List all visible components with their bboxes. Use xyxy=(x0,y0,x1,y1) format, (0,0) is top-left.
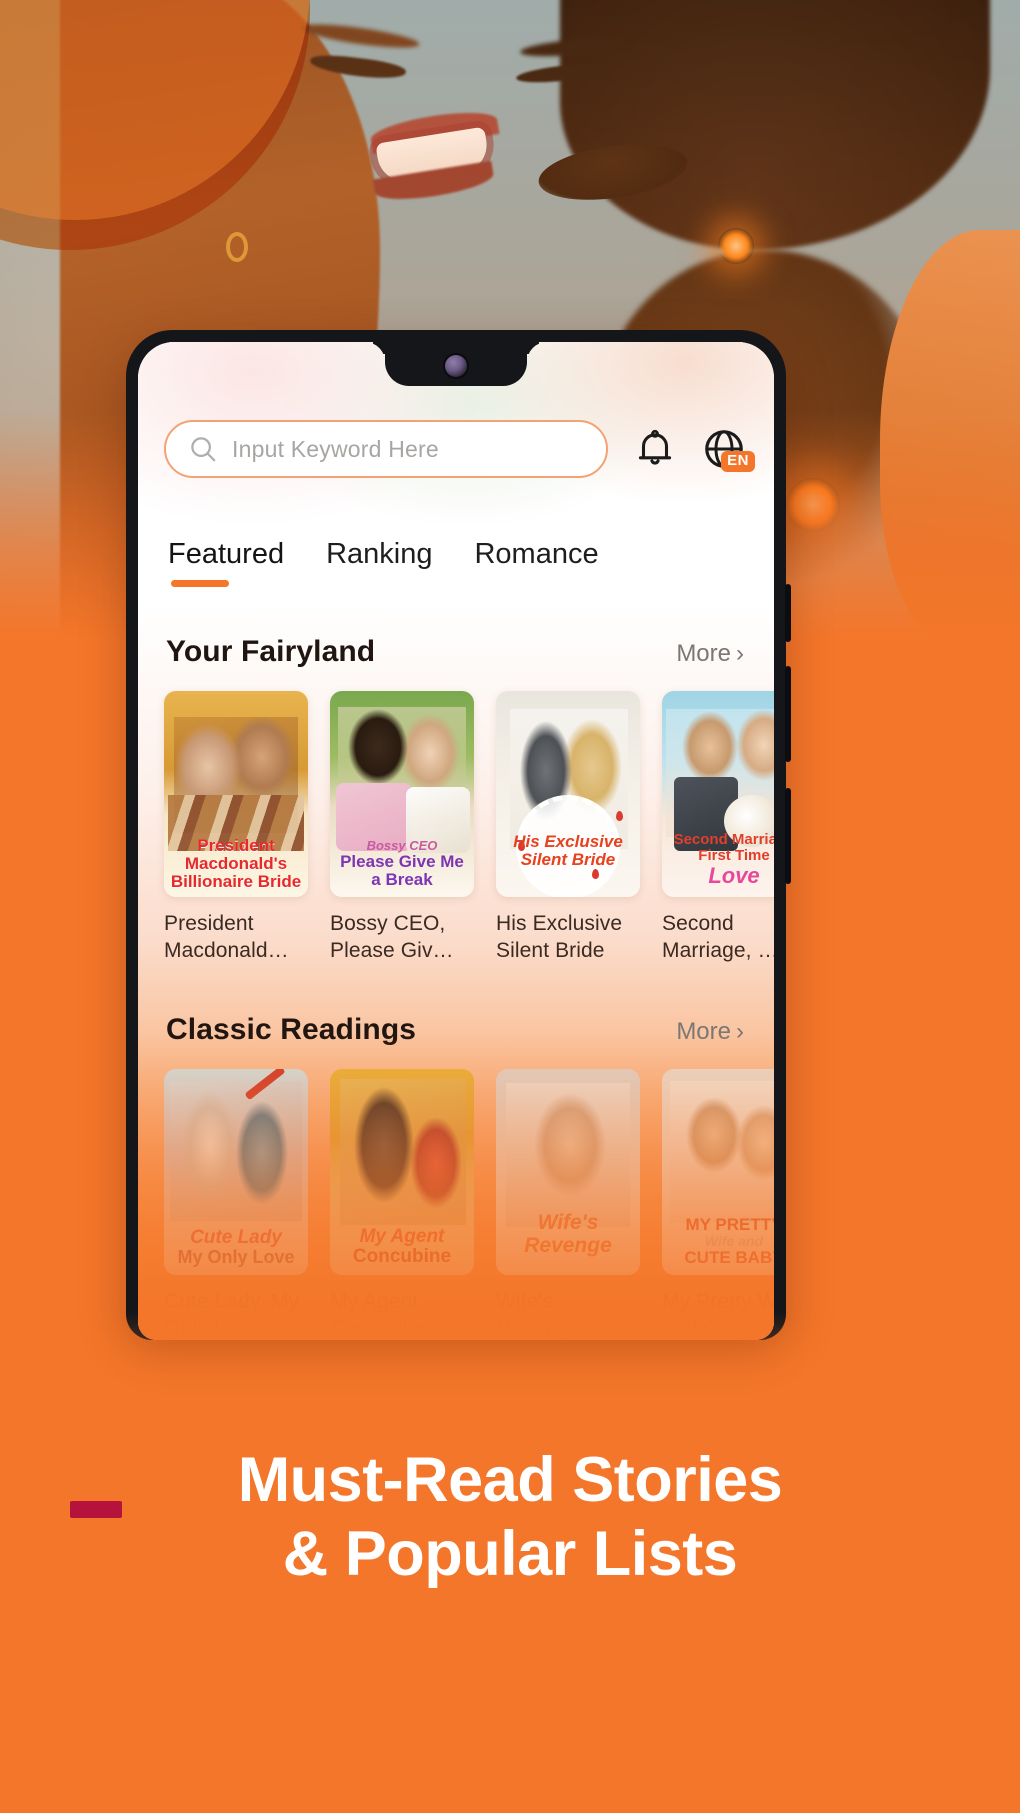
tab-romance[interactable]: Romance xyxy=(474,538,598,587)
phone-notch xyxy=(385,342,527,386)
book-cover: His Exclusive Silent Bride xyxy=(496,691,640,897)
book-card[interactable]: Second Marriage First Time Love Second M… xyxy=(662,691,774,965)
tab-ranking-label: Ranking xyxy=(326,538,433,570)
more-link-your-fairyland[interactable]: More › xyxy=(676,640,744,668)
cover-title-text: Second Marriage First Time Love xyxy=(673,830,774,888)
book-card[interactable]: Bossy CEO Please Give Me a Break Bossy C… xyxy=(330,691,474,965)
chevron-right-icon: › xyxy=(736,640,744,667)
book-cover: MY PRETTY Wife and CUTE BABY xyxy=(662,1068,774,1275)
chevron-right-icon: › xyxy=(736,1017,744,1045)
more-link-classic-readings[interactable]: More › xyxy=(676,1018,744,1046)
cover-artwork xyxy=(170,1080,302,1221)
book-cover: Wife's Revenge xyxy=(496,1068,640,1275)
book-card[interactable]: His Exclusive Silent Bride His Exclusive… xyxy=(496,691,640,965)
cover-title-text: Wife's Revenge xyxy=(524,1211,612,1257)
book-card[interactable]: My Agent Concubine My Agent Concubine xyxy=(330,1068,474,1340)
promo-headline-line-2: & Popular Lists xyxy=(282,1519,738,1590)
more-label: More xyxy=(676,640,731,667)
cover-title-text: MY PRETTY Wife and CUTE BABY xyxy=(684,1214,774,1267)
promo-headline-line-1: Must-Read Stories xyxy=(237,1445,783,1515)
tab-romance-label: Romance xyxy=(474,538,599,570)
more-label: More xyxy=(676,1017,731,1045)
cover-title-text: His Exclusive Silent Bride xyxy=(513,831,623,869)
language-badge: EN xyxy=(721,451,755,472)
phone-mockup: Input Keyword Here EN Featured Ranking R… xyxy=(126,330,791,1340)
promo-headline: Must-Read Stories & Popular Lists xyxy=(0,1443,1020,1592)
book-title: President Macdonald… xyxy=(164,912,289,962)
book-cover: My Agent Concubine xyxy=(330,1068,474,1275)
cover-title-text: Bossy CEO Please Give Me a Break xyxy=(340,838,464,889)
book-card[interactable]: MY PRETTY Wife and CUTE BABY My Pretty W… xyxy=(662,1068,774,1340)
book-cover: President Macdonald's Billionaire Bride xyxy=(164,691,308,897)
category-tabs: Featured Ranking Romance xyxy=(164,538,748,587)
front-camera xyxy=(445,355,467,377)
section-header: Classic Readings More › xyxy=(164,1013,748,1047)
app-content: Input Keyword Here EN Featured Ranking R… xyxy=(138,342,774,1340)
book-card[interactable]: Cute Lady My Only Love Cute Lady, My Onl… xyxy=(164,1068,308,1340)
section-header: Your Fairyland More › xyxy=(164,635,748,669)
promo-footer: Must-Read Stories & Popular Lists xyxy=(0,1313,1020,1813)
book-row-your-fairyland: President Macdonald's Billionaire Bride … xyxy=(164,691,774,965)
book-title: Second Marriage, … xyxy=(662,912,774,962)
section-title: Classic Readings xyxy=(166,1012,417,1046)
book-card[interactable]: Wife's Revenge Wife's Revenge xyxy=(496,1068,640,1340)
book-row-classic-readings: Cute Lady My Only Love Cute Lady, My Onl… xyxy=(164,1068,774,1340)
cover-artwork xyxy=(340,1078,466,1225)
tab-active-underline xyxy=(171,580,229,587)
book-title: His Exclusive Silent Bride xyxy=(496,912,623,962)
cover-title-text: My Agent Concubine xyxy=(352,1225,452,1267)
cover-artwork xyxy=(506,1082,630,1227)
tab-featured[interactable]: Featured xyxy=(168,538,284,587)
phone-power-button[interactable] xyxy=(785,584,791,642)
phone-volume-up-button[interactable] xyxy=(785,666,791,762)
search-icon xyxy=(191,437,216,462)
book-card[interactable]: President Macdonald's Billionaire Bride … xyxy=(164,691,308,965)
section-your-fairyland: Your Fairyland More › President Macdonal… xyxy=(164,635,774,965)
language-switcher[interactable]: EN xyxy=(700,425,755,473)
section-classic-readings: Classic Readings More › Cute Lady My Onl… xyxy=(164,1013,774,1340)
app-top-bar: Input Keyword Here EN xyxy=(164,420,755,478)
phone-volume-down-button[interactable] xyxy=(785,788,791,884)
section-title: Your Fairyland xyxy=(166,635,376,668)
search-placeholder-text: Input Keyword Here xyxy=(232,435,439,462)
tab-featured-label: Featured xyxy=(168,538,285,570)
phone-screen: Input Keyword Here EN Featured Ranking R… xyxy=(138,342,774,1340)
book-cover: Cute Lady My Only Love xyxy=(164,1068,308,1275)
cover-title-text: President Macdonald's Billionaire Bride xyxy=(170,835,302,891)
cover-title-text: Cute Lady My Only Love xyxy=(177,1226,295,1267)
tab-ranking[interactable]: Ranking xyxy=(326,538,432,587)
book-cover: Second Marriage First Time Love xyxy=(662,691,774,897)
book-title: Bossy CEO, Please Giv… xyxy=(330,912,454,962)
search-input[interactable]: Input Keyword Here xyxy=(164,420,608,478)
bell-icon[interactable] xyxy=(632,426,678,472)
book-cover: Bossy CEO Please Give Me a Break xyxy=(330,691,474,897)
cover-artwork xyxy=(670,1080,774,1223)
